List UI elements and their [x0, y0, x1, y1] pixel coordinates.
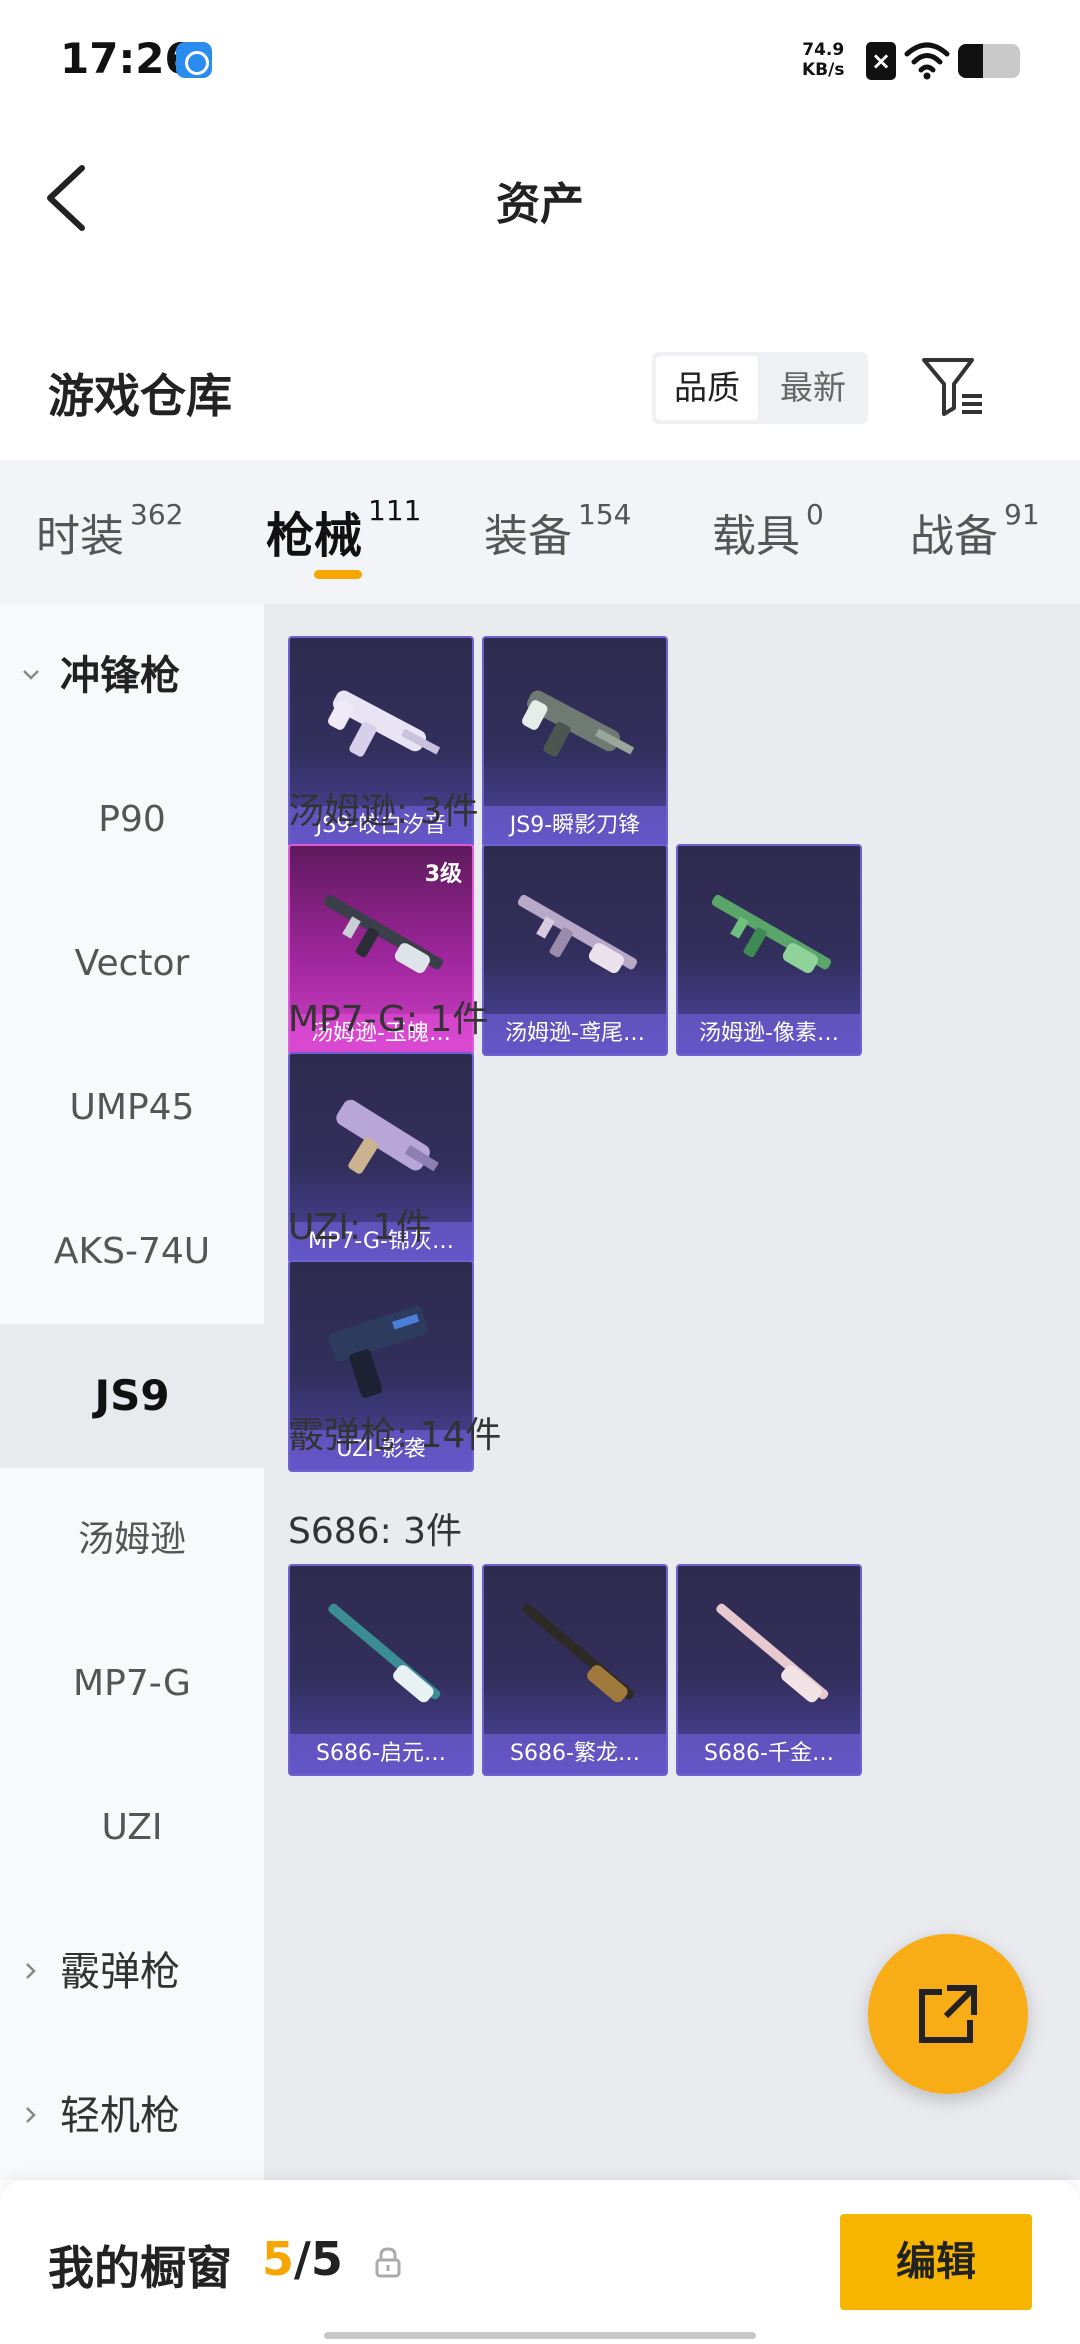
sidebar-group-smg[interactable]: 冲锋枪: [0, 604, 264, 748]
sidebar-item-mp7g[interactable]: MP7-G: [0, 1612, 264, 1756]
weapon-card[interactable]: JS9-瞬影刀锋: [482, 636, 668, 848]
tab-count: 154: [578, 498, 632, 531]
filter-icon[interactable]: [920, 356, 986, 418]
tab-count: 362: [130, 498, 184, 531]
weapon-name: S686-启元…: [290, 1734, 472, 1774]
share-button[interactable]: [868, 1934, 1028, 2094]
weapon-name: 汤姆逊-鸢尾…: [484, 1014, 666, 1054]
shotgun-icon: [328, 1603, 441, 1703]
sort-toggle: 品质 最新: [652, 352, 868, 424]
weapon-type-sidebar: 冲锋枪 P90 Vector UMP45 AKS-74U JS9 汤姆逊 MP7…: [0, 604, 264, 2180]
tab-label: 载具: [712, 511, 800, 562]
home-indicator: [324, 2332, 756, 2339]
sidebar-item-label: 冲锋枪: [60, 653, 180, 699]
app-notification-icon: [176, 42, 212, 78]
tab-fashion[interactable]: 时装 362: [36, 498, 184, 564]
sidebar-item-label: 霰弹枪: [60, 1949, 180, 1995]
showcase-current: 5: [262, 2232, 295, 2286]
battery-fill: [958, 44, 983, 78]
section-label: MP7-G: 1件: [288, 999, 489, 1040]
shotgun-icon: [522, 1603, 635, 1703]
rifle-icon: [517, 894, 638, 974]
active-tab-indicator: [314, 570, 362, 579]
section-label: UZI: 1件: [288, 1207, 432, 1248]
tab-label: 时装: [36, 511, 124, 562]
tab-label: 战备: [910, 511, 998, 562]
weapon-card[interactable]: S686-千金…: [676, 1564, 862, 1776]
weapon-name: S686-千金…: [678, 1734, 860, 1774]
share-icon: [919, 1985, 977, 2043]
tab-count: 0: [806, 498, 824, 531]
sidebar-group-lmg[interactable]: 轻机枪: [0, 2044, 264, 2188]
sidebar-item-label: 轻机枪: [60, 2093, 180, 2139]
tab-equipment[interactable]: 装备 154: [484, 498, 632, 564]
smg-icon: [327, 690, 441, 757]
weapon-card[interactable]: S686-繁龙…: [482, 1564, 668, 1776]
rifle-icon: [323, 894, 444, 974]
sidebar-group-shotgun[interactable]: 霰弹枪: [0, 1900, 264, 2044]
section-label: S686: 3件: [288, 1511, 463, 1552]
shotgun-icon: [716, 1603, 829, 1703]
sidebar-item-vector[interactable]: Vector: [0, 892, 264, 1036]
smg-icon: [521, 690, 635, 757]
page-title: 资产: [496, 179, 584, 230]
sidebar-item-thompson[interactable]: 汤姆逊: [0, 1468, 264, 1612]
chevron-right-icon: [26, 1963, 36, 1979]
weapon-card[interactable]: 汤姆逊-鸢尾…: [482, 844, 668, 1056]
tab-firearms[interactable]: 枪械 111: [266, 494, 422, 566]
showcase-label: 我的橱窗: [48, 2241, 232, 2295]
weapon-name: JS9-瞬影刀锋: [484, 806, 666, 846]
sort-newest-option[interactable]: 最新: [762, 356, 864, 420]
showcase-bar: 我的橱窗 5/5 编辑: [0, 2180, 1080, 2344]
smg-icon: [336, 1099, 439, 1174]
pistol-icon: [328, 1305, 428, 1398]
wifi-icon: [904, 42, 950, 80]
tab-label: 枪械: [266, 508, 363, 564]
weapon-name: S686-繁龙…: [484, 1734, 666, 1774]
edit-button[interactable]: 编辑: [840, 2214, 1032, 2310]
tab-gear[interactable]: 战备 91: [910, 498, 1040, 564]
network-speed-unit: KB/s: [802, 60, 845, 80]
tab-vehicles[interactable]: 载具 0: [712, 498, 824, 564]
network-speed: 74.9 KB/s: [802, 40, 844, 80]
sidebar-item-p90[interactable]: P90: [0, 748, 264, 892]
tab-label: 装备: [484, 511, 572, 562]
chevron-down-icon: [23, 670, 39, 680]
sidebar-item-uzi[interactable]: UZI: [0, 1756, 264, 1900]
tab-count: 91: [1004, 498, 1040, 531]
network-speed-value: 74.9: [802, 40, 845, 60]
weapon-card[interactable]: 汤姆逊-像素…: [676, 844, 862, 1056]
section-label: 汤姆逊: 3件: [288, 791, 479, 832]
sidebar-item-js9[interactable]: JS9: [0, 1324, 264, 1468]
status-bar: 17:26 74.9 KB/s ×: [0, 0, 1080, 120]
weapon-card[interactable]: S686-启元…: [288, 1564, 474, 1776]
sidebar-item-ump45[interactable]: UMP45: [0, 1036, 264, 1180]
tab-count: 111: [368, 494, 422, 527]
lock-icon: [375, 2247, 401, 2278]
warehouse-title: 游戏仓库: [48, 369, 232, 423]
status-time: 17:26: [60, 34, 194, 83]
rifle-icon: [711, 894, 832, 974]
sidebar-item-aks74u[interactable]: AKS-74U: [0, 1180, 264, 1324]
showcase-count: 5/5: [262, 2232, 343, 2286]
sort-quality-option[interactable]: 品质: [656, 356, 758, 420]
battery-icon: [958, 44, 1020, 78]
category-tabs: 时装 362 枪械 111 装备 154 载具 0 战备 91: [0, 460, 1080, 604]
chevron-right-icon: [26, 2107, 36, 2123]
section-label: 霰弹枪: 14件: [288, 1415, 502, 1456]
no-sim-icon: ×: [866, 42, 896, 80]
weapon-name: 汤姆逊-像素…: [678, 1014, 860, 1054]
showcase-total: /5: [294, 2232, 343, 2286]
